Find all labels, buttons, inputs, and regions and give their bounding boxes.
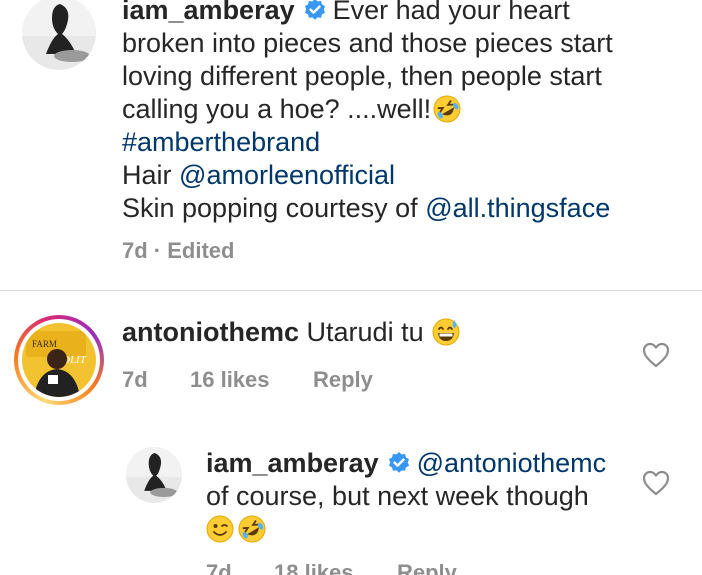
caption-line-hair: Hair @amorleenofficial [122,159,395,192]
caption-author-avatar[interactable] [22,0,96,70]
reply-author-avatar[interactable] [126,447,182,503]
comment-likes[interactable]: 16 likes [190,367,270,393]
comment-text: Utarudi tu [306,317,424,347]
reply-username[interactable]: iam_amberay [206,448,379,478]
comments-screen: iam_amberay Ever had your heart broken in… [0,0,702,575]
caption-text-line-4: calling you a hoe? ....well! [122,94,432,124]
caption-line-skin: Skin popping courtesy of @all.thingsface [122,192,610,225]
grinning-sweat-emoji [432,318,460,346]
caption-username[interactable]: iam_amberay [122,0,295,25]
caption-line-1: iam_amberay Ever had your heart [122,0,570,27]
caption-hashtag[interactable]: #amberthebrand [122,126,320,159]
svg-text:FARM: FARM [32,339,57,349]
caption-text-line-1: Ever had your heart [332,0,570,25]
comment-time: 7d [122,367,148,392]
caption-line-4: calling you a hoe? ....well! [122,93,461,126]
commenter-username[interactable]: antoniothemc [122,317,299,347]
reply-text: of course, but next week though [206,481,589,511]
rolling-on-floor-laughing-emoji [433,95,461,123]
reply-time: 7d [206,560,232,575]
verified-badge-icon [388,452,409,473]
caption-text-line-2: broken into pieces and those pieces star… [122,28,613,58]
winking-face-emoji [206,515,234,543]
caption-text-line-3: loving different people, then people sta… [122,61,602,91]
skin-mention-link[interactable]: @all.thingsface [425,193,610,223]
rolling-on-floor-laughing-emoji [238,515,266,543]
comment-like-heart-icon[interactable] [642,342,670,368]
caption-hair-label: Hair [122,160,172,190]
reply-mention-link[interactable]: @antoniothemc [417,448,607,478]
caption-meta: 7d · Edited [122,238,235,263]
reply-line-1: iam_amberay @antoniothemc [206,447,606,480]
hair-mention-link[interactable]: @amorleenofficial [179,160,395,190]
comment-line: antoniothemc Utarudi tu [122,316,460,349]
reply-like-heart-icon[interactable] [642,470,670,496]
reply-emoji-line [206,513,266,546]
commenter-story-ring[interactable]: FARM OLIT [14,315,104,405]
caption-divider [0,290,702,291]
verified-badge-icon [304,0,325,20]
comment-reply-button[interactable]: Reply [313,367,373,393]
reply-reply-button[interactable]: Reply [397,560,457,575]
reply-likes[interactable]: 18 likes [274,560,354,575]
caption-skin-label: Skin popping courtesy of [122,193,418,223]
commenter-avatar: FARM OLIT [22,323,96,397]
